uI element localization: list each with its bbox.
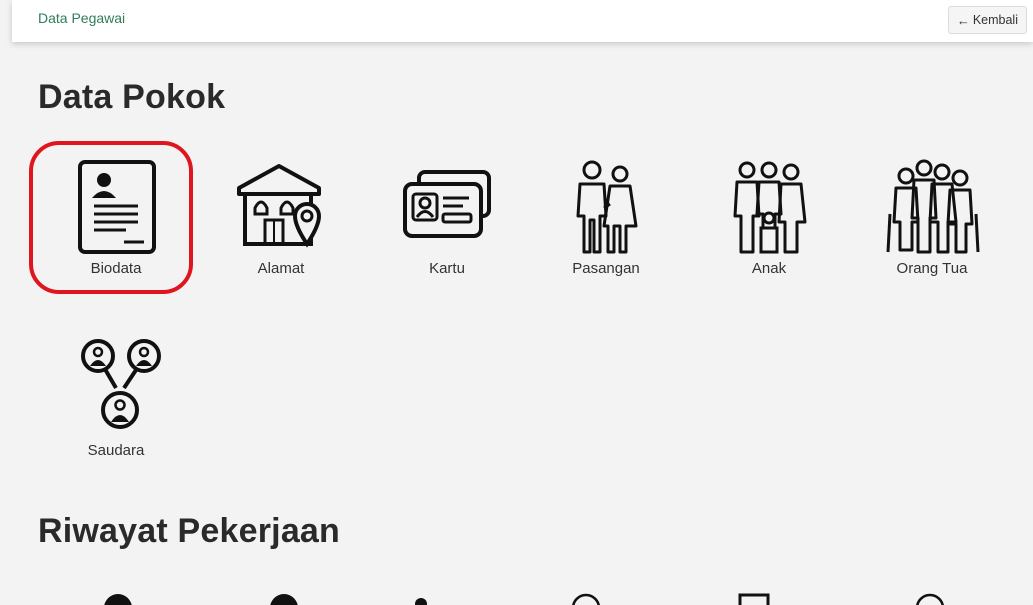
partial-icon-2 [270, 594, 298, 605]
menu-label-orang-tua: Orang Tua [896, 260, 968, 277]
menu-label-pasangan: Pasangan [572, 260, 640, 277]
menu-item-orang-tua[interactable]: Orang Tua [872, 158, 992, 308]
menu-label-kartu: Kartu [429, 260, 465, 277]
menu-label-alamat: Alamat [257, 260, 305, 277]
siblings-icon [81, 339, 161, 429]
top-bar: Data Pegawai ← Kembali [12, 0, 1033, 42]
back-button[interactable]: ← Kembali [947, 6, 1027, 34]
menu-item-saudara[interactable]: Saudara [56, 338, 176, 488]
back-button-label: Kembali [972, 13, 1018, 27]
house-location-icon [237, 164, 322, 248]
menu-item-alamat[interactable]: Alamat [221, 158, 341, 308]
menu-item-anak[interactable]: Anak [709, 158, 829, 308]
menu-item-kartu[interactable]: Kartu [387, 158, 507, 308]
section-title-riwayat-pekerjaan: Riwayat Pekerjaan [38, 512, 341, 550]
family-children-icon [733, 161, 807, 254]
partial-icon-4 [572, 593, 600, 605]
menu-item-biodata[interactable]: Biodata [56, 158, 176, 308]
partial-icon-3 [415, 598, 427, 605]
arrow-left-icon: ← [956, 12, 970, 28]
menu-item-pasangan[interactable]: Pasangan [546, 158, 666, 308]
menu-label-biodata: Biodata [90, 260, 142, 277]
section-title-data-pokok: Data Pokok [38, 78, 226, 116]
couple-icon [576, 160, 638, 254]
partial-icon-1 [104, 594, 132, 605]
partial-icon-5 [738, 593, 770, 605]
id-card-icon [403, 170, 491, 238]
menu-label-saudara: Saudara [87, 442, 145, 459]
partial-icon-6 [916, 593, 944, 605]
biodata-icon [78, 160, 156, 254]
page-title: Data Pegawai [38, 10, 126, 26]
menu-label-anak: Anak [751, 260, 787, 277]
elderly-parents-icon [886, 159, 980, 254]
